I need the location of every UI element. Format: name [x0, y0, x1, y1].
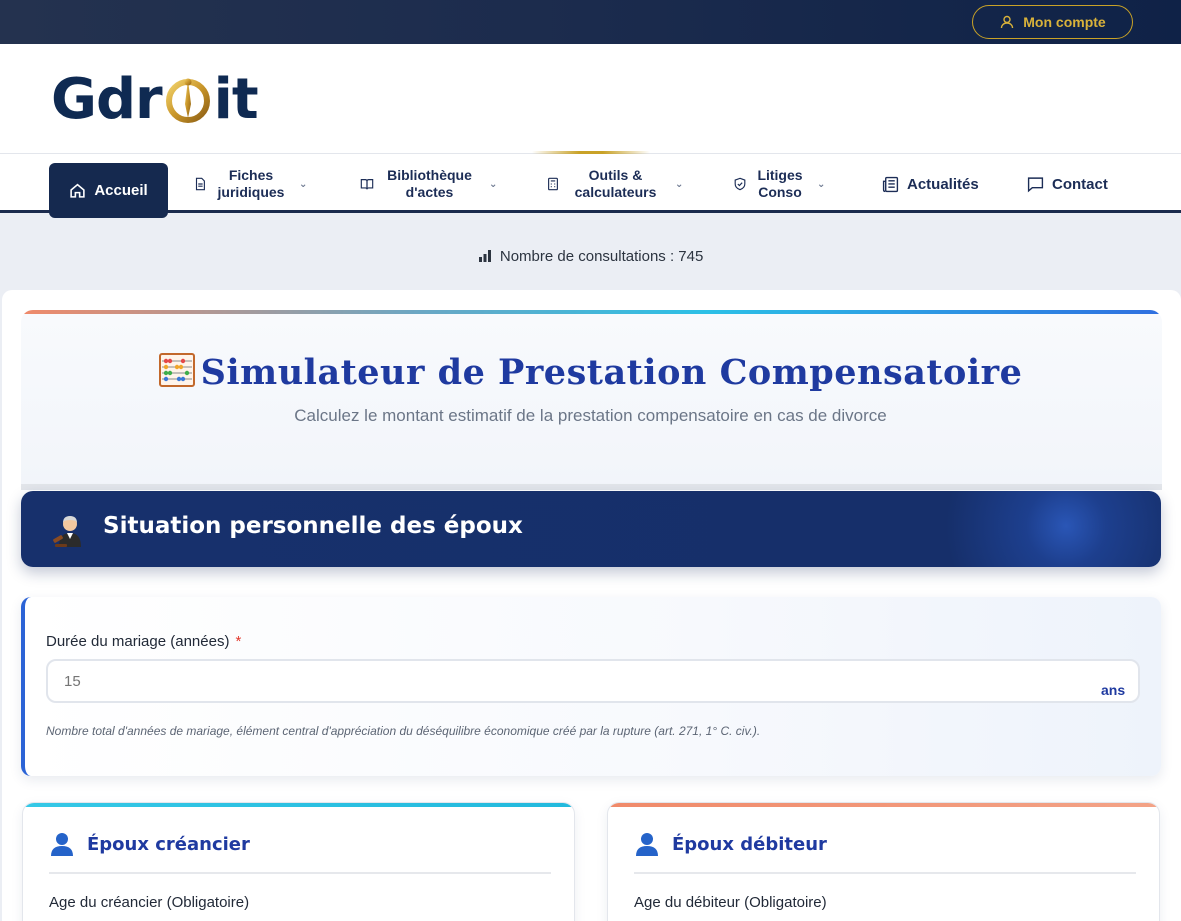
consultations-text: Nombre de consultations : 745 [499, 248, 704, 265]
document-icon [195, 177, 205, 191]
nav-item-label: Outils & calculateurs [574, 167, 657, 200]
chat-icon [1027, 176, 1044, 192]
creditor-header: Époux créancier [49, 831, 250, 857]
divider [634, 872, 1136, 874]
home-icon [70, 183, 85, 198]
site-logo[interactable]: Gdr it [51, 66, 259, 132]
logo-emblem-icon [165, 78, 210, 123]
abacus-icon [158, 353, 195, 387]
simulator-header-card [21, 310, 1162, 486]
simulator-title: Simulateur de Prestation Compensatoire [0, 352, 1181, 393]
nav-item-label: Litiges Conso [757, 167, 803, 200]
person-icon [636, 833, 658, 856]
nav-item-label: Fiches juridiques [217, 167, 285, 200]
calculator-icon [548, 177, 558, 191]
marriage-duration-help: Nombre total d'années de mariage, élémen… [46, 724, 761, 738]
site-header: Gdr it [0, 44, 1181, 154]
main-nav: Accueil Fiches juridiques ⌄ Bibliothèque… [0, 151, 1181, 218]
marriage-duration-input[interactable] [46, 659, 1140, 703]
bar-chart-icon [478, 250, 491, 262]
nav-item-bibliotheque[interactable]: Bibliothèque d'actes ⌄ [360, 164, 497, 204]
card-stripe [23, 803, 574, 807]
creditor-age-label: Age du créancier (Obligatoire) [49, 894, 250, 911]
simulator-title-text: Simulateur de Prestation Compensatoire [200, 352, 1023, 393]
nav-item-label: Contact [1052, 175, 1108, 193]
required-mark: * [235, 633, 242, 650]
nav-item-litiges-conso[interactable]: Litiges Conso ⌄ [733, 164, 825, 204]
book-icon [360, 179, 374, 190]
top-bar: Mon compte [0, 0, 1181, 44]
shield-icon [734, 177, 746, 191]
debtor-card: Époux débiteur Age du débiteur (Obligato… [607, 802, 1160, 921]
chevron-down-icon: ⌄ [299, 178, 308, 190]
section-header: Situation personnelle des époux [21, 491, 1161, 567]
logo-text-right: it [213, 66, 259, 132]
user-icon [1001, 15, 1014, 29]
creditor-title: Époux créancier [87, 833, 250, 855]
marriage-duration-label: Durée du mariage (années) * [46, 633, 241, 650]
section-title: Situation personnelle des époux [103, 513, 523, 539]
my-account-button[interactable]: Mon compte [972, 5, 1133, 39]
creditor-card: Époux créancier Age du créancier (Obliga… [22, 802, 575, 921]
consultations-counter: Nombre de consultations : 745 [0, 248, 1181, 265]
nav-item-actualites[interactable]: Actualités [882, 164, 979, 204]
marriage-duration-card: Durée du mariage (années) * ans Nombre to… [21, 597, 1161, 776]
gradient-stripe [21, 310, 1162, 314]
person-icon [51, 833, 73, 856]
debtor-title: Époux débiteur [672, 833, 827, 855]
simulator-subtitle: Calculez le montant estimatif de la pres… [294, 406, 887, 425]
judge-icon [53, 516, 81, 547]
nav-item-contact[interactable]: Contact [1027, 164, 1108, 204]
nav-item-accueil[interactable]: Accueil [49, 163, 168, 218]
unit-label: ans [1101, 682, 1126, 698]
nav-active-accent [532, 151, 650, 154]
nav-item-label: Accueil [94, 182, 148, 199]
nav-item-outils[interactable]: Outils & calculateurs ⌄ [546, 164, 683, 204]
header-divider [21, 484, 1162, 490]
chevron-down-icon: ⌄ [817, 178, 826, 190]
my-account-label: Mon compte [1023, 14, 1106, 30]
newspaper-icon [882, 176, 899, 192]
card-stripe [608, 803, 1159, 807]
nav-item-fiches-juridiques[interactable]: Fiches juridiques ⌄ [193, 164, 307, 204]
divider [49, 872, 551, 874]
nav-item-label: Bibliothèque d'actes [387, 167, 472, 200]
debtor-header: Époux débiteur [634, 831, 827, 857]
debtor-age-label: Age du débiteur (Obligatoire) [634, 894, 827, 911]
nav-item-label: Actualités [907, 175, 979, 193]
chevron-down-icon: ⌄ [675, 178, 684, 190]
logo-text-left: Gdr [51, 66, 163, 132]
label-text: Durée du mariage (années) [46, 633, 230, 650]
chevron-down-icon: ⌄ [489, 178, 498, 190]
